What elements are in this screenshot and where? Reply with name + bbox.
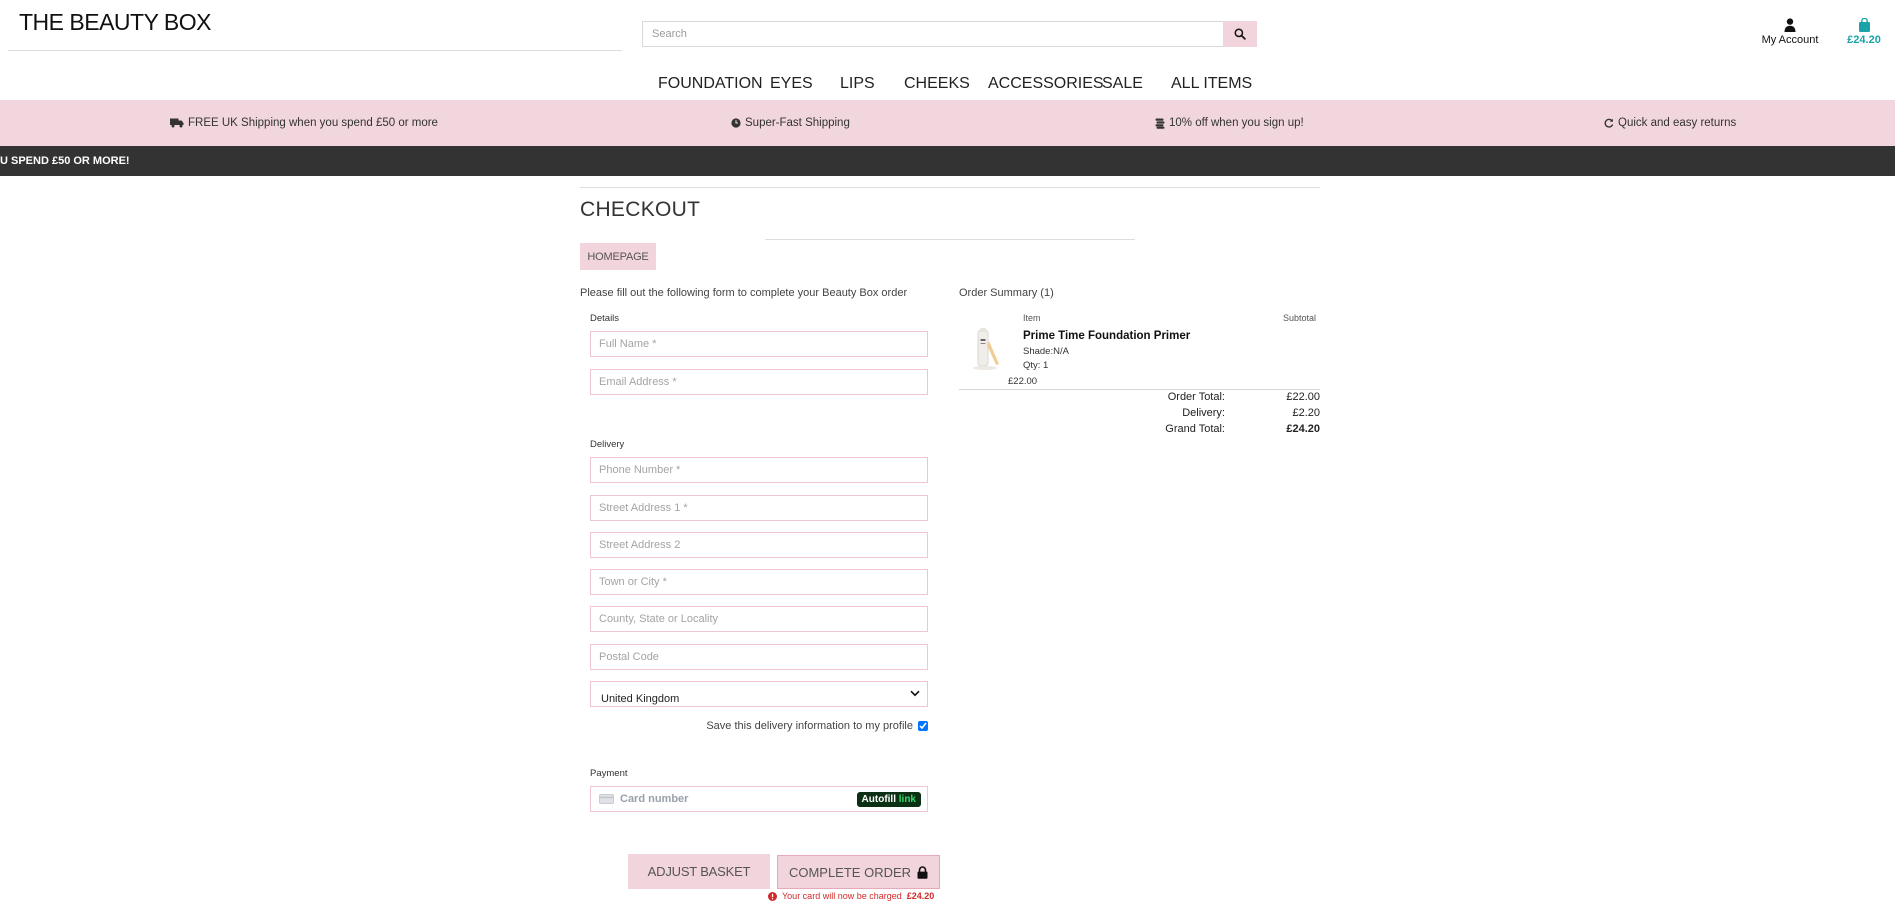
header-divider	[8, 50, 622, 51]
save-info-checkbox[interactable]	[918, 721, 928, 731]
lock-icon	[917, 865, 928, 879]
order-total-label: Order Total:	[1167, 391, 1225, 403]
summary-col-subtotal: Subtotal	[1283, 313, 1317, 323]
summary-col-item: Item	[1023, 313, 1041, 323]
search-input[interactable]	[642, 21, 1223, 47]
refresh-icon	[1604, 118, 1614, 128]
checkout-top-divider	[580, 187, 1320, 188]
nav-cheeks[interactable]: CHEEKS	[904, 75, 970, 93]
search-icon	[1234, 28, 1246, 40]
street-address-2-field[interactable]	[590, 532, 928, 558]
product-qty: Qty: 1	[1023, 360, 1049, 371]
grand-total-label: Grand Total:	[1165, 423, 1225, 435]
nav-eyes[interactable]: EYES	[770, 75, 813, 93]
order-summary-title: Order Summary (1)	[959, 287, 1054, 299]
phone-field[interactable]	[590, 457, 928, 483]
card-number-field[interactable]: Card number Autofill link	[590, 786, 928, 812]
basket-link[interactable]: £24.20	[1838, 18, 1890, 46]
shopping-bag-icon	[1858, 18, 1870, 32]
adjust-basket-button[interactable]: ADJUST BASKET	[628, 854, 770, 889]
nav-foundation[interactable]: FOUNDATION	[658, 75, 763, 93]
site-logo[interactable]: THE BEAUTY BOX	[19, 9, 211, 36]
promo-discount-text: 10% off when you sign up!	[1169, 117, 1304, 129]
ticker-text: U SPEND £50 OR MORE!	[0, 155, 130, 167]
product-shade: Shade:N/A	[1023, 346, 1069, 357]
promo-free-shipping: FREE UK Shipping when you spend £50 or m…	[170, 117, 438, 129]
promo-fast-shipping-text: Super-Fast Shipping	[745, 117, 850, 129]
search-bar	[642, 21, 1257, 47]
product-name[interactable]: Prime Time Foundation Primer	[1023, 330, 1190, 342]
payment-label: Payment	[590, 768, 628, 779]
delivery-cost-label: Delivery:	[1182, 407, 1225, 419]
autofill-text: Autofill	[861, 793, 896, 805]
town-city-field[interactable]	[590, 569, 928, 595]
card-number-placeholder: Card number	[620, 793, 689, 805]
clock-icon	[731, 118, 741, 128]
promo-returns-text: Quick and easy returns	[1618, 117, 1737, 129]
charge-amount: £24.20	[906, 891, 935, 901]
autofill-link-button[interactable]: Autofill link	[856, 791, 921, 807]
order-total-value: £22.00	[1286, 391, 1320, 403]
nav-lips[interactable]: LIPS	[840, 75, 875, 93]
promo-bar: FREE UK Shipping when you spend £50 or m…	[0, 100, 1895, 146]
basket-total: £24.20	[1847, 34, 1881, 46]
homepage-button[interactable]: HOMEPAGE	[580, 243, 656, 270]
complete-order-label: COMPLETE ORDER	[788, 864, 912, 880]
county-field[interactable]	[590, 606, 928, 632]
card-icon	[599, 794, 614, 804]
my-account-link[interactable]: My Account	[1755, 18, 1825, 46]
truck-icon	[170, 118, 184, 128]
complete-order-button[interactable]: COMPLETE ORDER	[777, 855, 940, 889]
email-field[interactable]	[590, 369, 928, 395]
search-button[interactable]	[1223, 21, 1257, 47]
delivery-cost-value: £2.20	[1292, 407, 1320, 419]
checkout-intro-text: Please fill out the following form to co…	[580, 287, 908, 299]
street-address-1-field[interactable]	[590, 495, 928, 521]
charge-notice-text: Your card will now be charged	[782, 891, 902, 901]
promo-free-shipping-text: FREE UK Shipping when you spend £50 or m…	[188, 117, 438, 129]
save-info-row: Save this delivery information to my pro…	[590, 720, 928, 732]
promo-returns: Quick and easy returns	[1604, 117, 1736, 129]
country-selected-value: United Kingdom	[601, 693, 680, 705]
coins-icon	[1155, 118, 1165, 129]
user-icon	[1784, 18, 1796, 32]
nav-accessories[interactable]: ACCESSORIES	[988, 75, 1104, 93]
link-brand-text: link	[898, 793, 916, 805]
chevron-down-icon	[910, 690, 920, 697]
announcement-ticker: U SPEND £50 OR MORE!	[0, 146, 1895, 176]
country-select[interactable]: United Kingdom	[590, 681, 928, 707]
alert-circle-icon	[768, 891, 777, 901]
page-title: CHECKOUT	[580, 198, 701, 221]
promo-discount: 10% off when you sign up!	[1155, 117, 1304, 129]
postal-code-field[interactable]	[590, 644, 928, 670]
nav-all-items[interactable]: ALL ITEMS	[1171, 75, 1252, 93]
promo-fast-shipping: Super-Fast Shipping	[731, 117, 850, 129]
nav-sale[interactable]: SALE	[1102, 75, 1143, 93]
grand-total-value: £24.20	[1286, 423, 1320, 435]
delivery-label: Delivery	[590, 439, 625, 450]
product-price: £22.00	[1008, 376, 1038, 387]
title-divider	[765, 239, 1135, 240]
save-info-label: Save this delivery information to my pro…	[706, 720, 913, 732]
product-thumbnail[interactable]	[968, 327, 1002, 371]
charge-notice: Your card will now be charged £24.20	[768, 891, 934, 901]
full-name-field[interactable]	[590, 331, 928, 357]
my-account-label: My Account	[1761, 34, 1819, 46]
details-label: Details	[590, 313, 620, 324]
summary-divider	[959, 389, 1320, 390]
